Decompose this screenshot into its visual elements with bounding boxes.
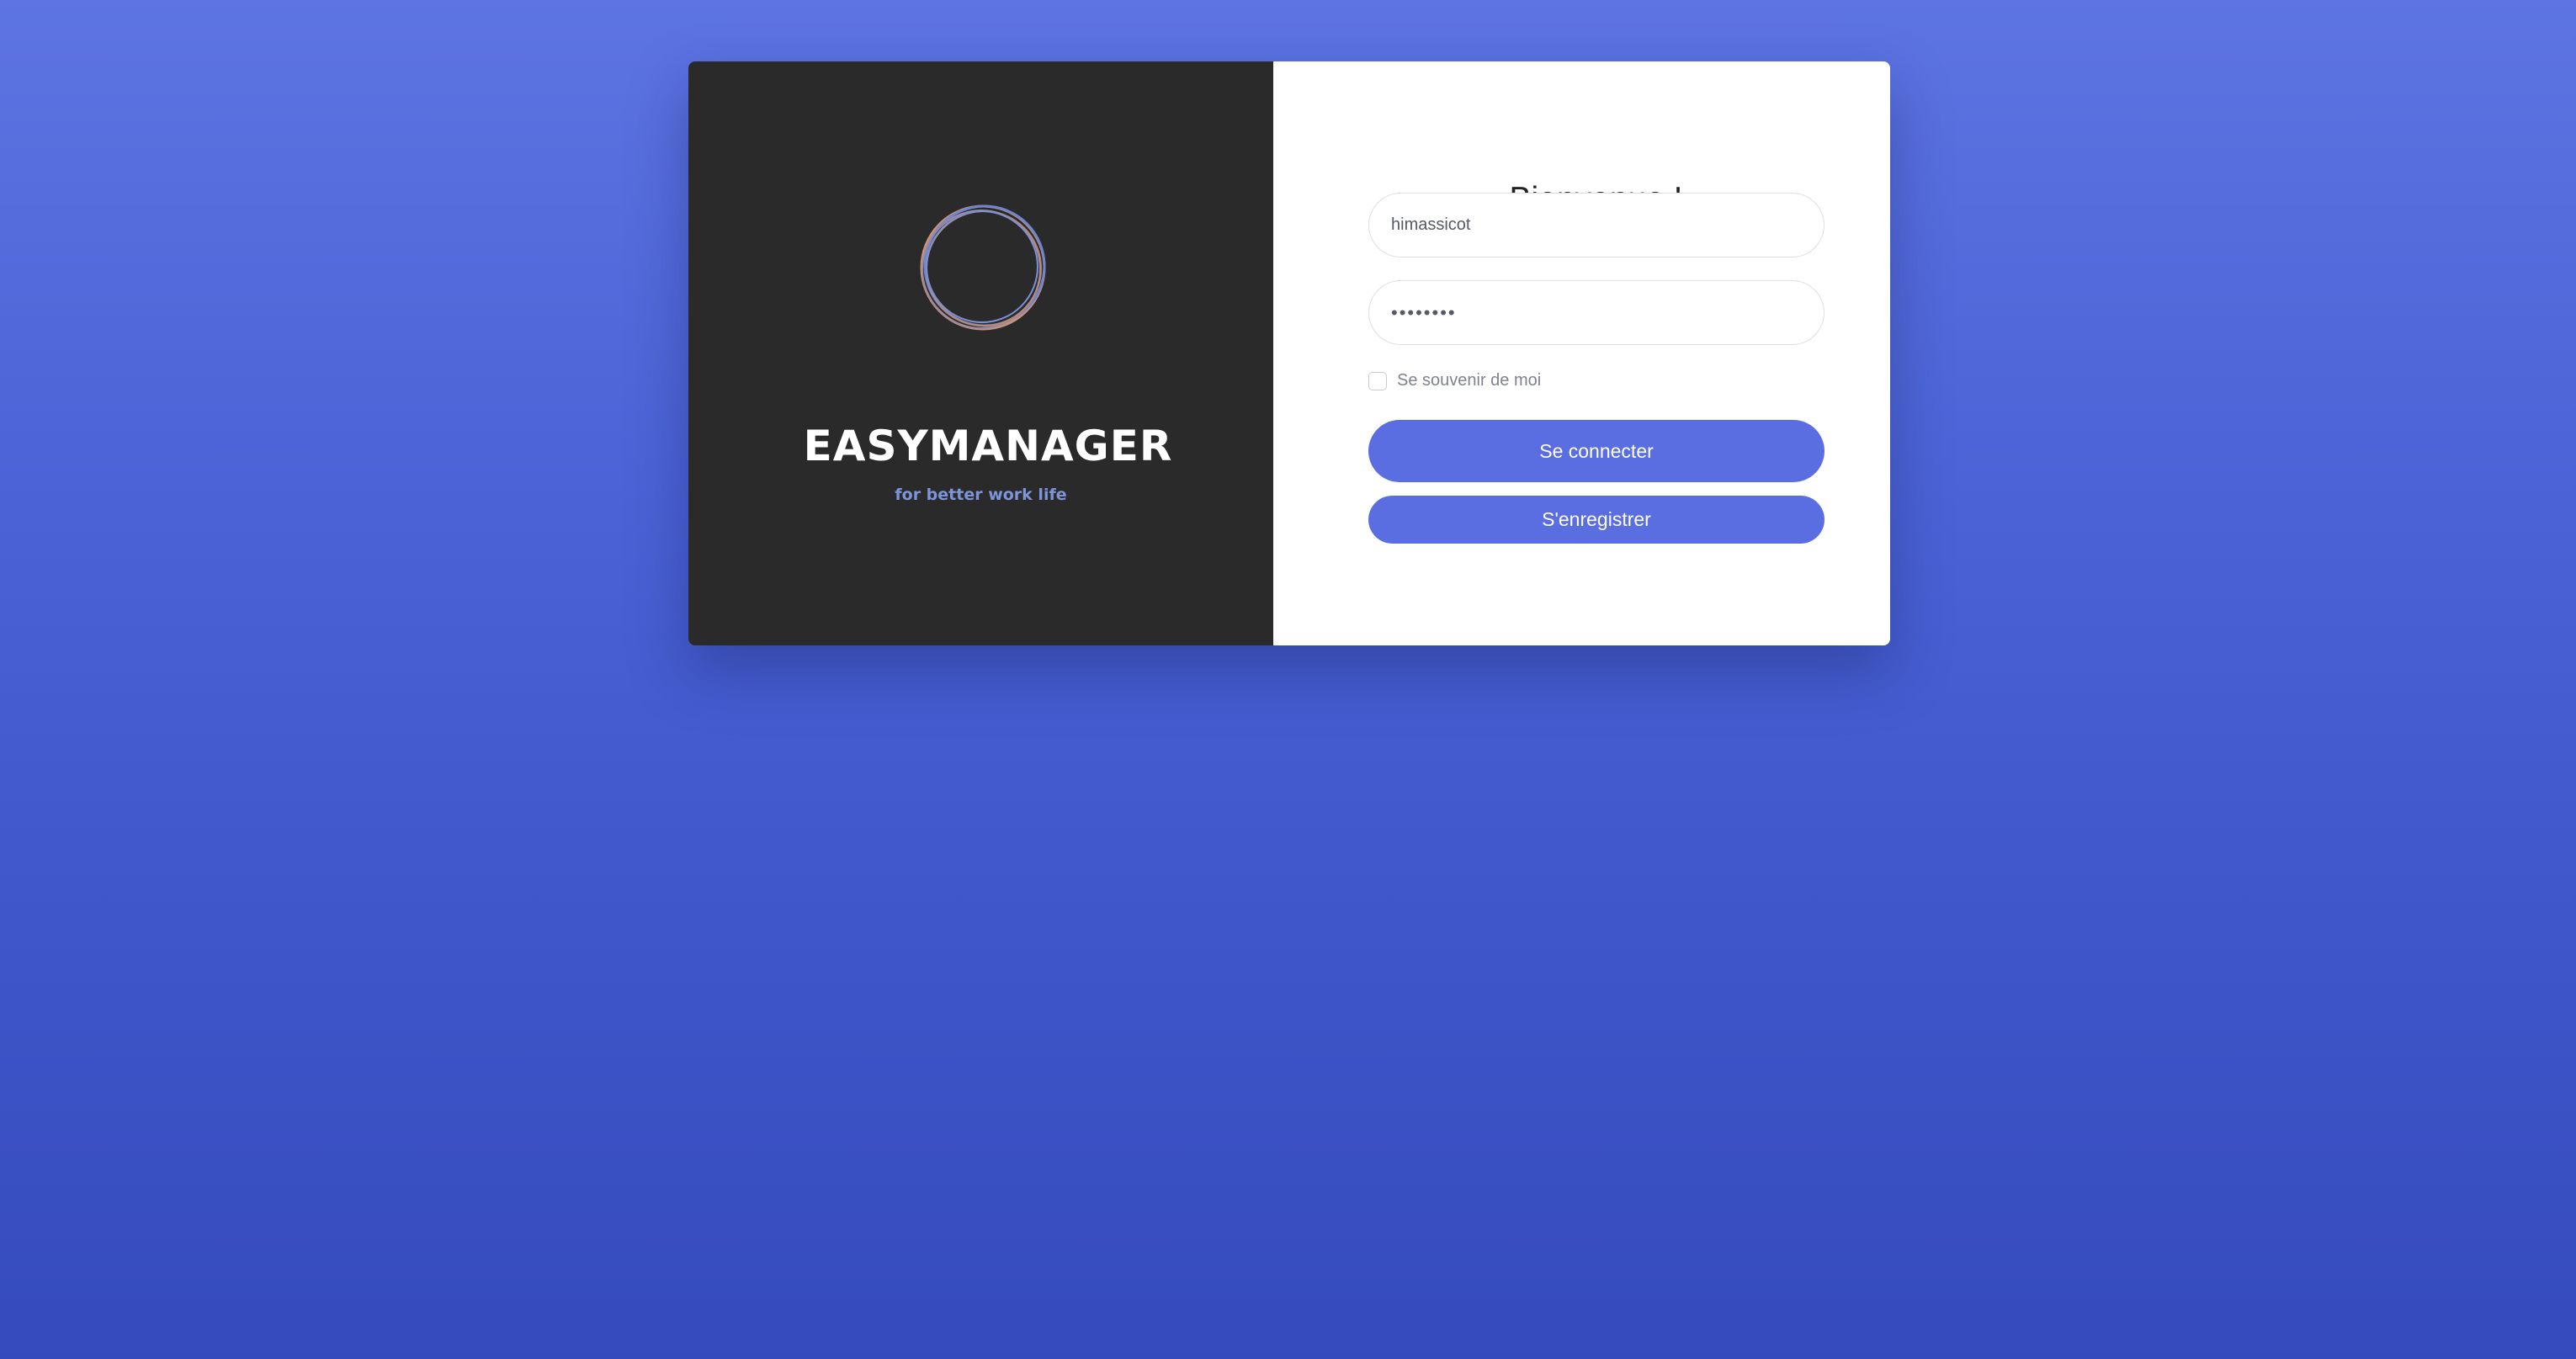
username-field <box>1368 193 1824 257</box>
username-input[interactable] <box>1369 194 1824 257</box>
remember-me: Se souvenir de moi <box>1368 371 1541 390</box>
remember-me-checkbox[interactable] <box>1368 371 1387 390</box>
password-input[interactable] <box>1369 281 1824 344</box>
login-form-panel: Bienvenue ! Se souvenir de moi Se connec… <box>1273 61 1890 645</box>
remember-me-label[interactable]: Se souvenir de moi <box>1397 371 1541 390</box>
login-button[interactable]: Se connecter <box>1368 420 1824 482</box>
register-button[interactable]: S'enregistrer <box>1368 496 1824 544</box>
brand-name: EASYMANAGER <box>803 422 1173 470</box>
login-card: EASYMANAGER for better work life Bienven… <box>688 61 1890 645</box>
circle-ring-logo-icon <box>920 204 1046 331</box>
password-field <box>1368 280 1824 345</box>
brand-panel: EASYMANAGER for better work life <box>688 61 1273 645</box>
brand-tagline: for better work life <box>895 486 1067 504</box>
